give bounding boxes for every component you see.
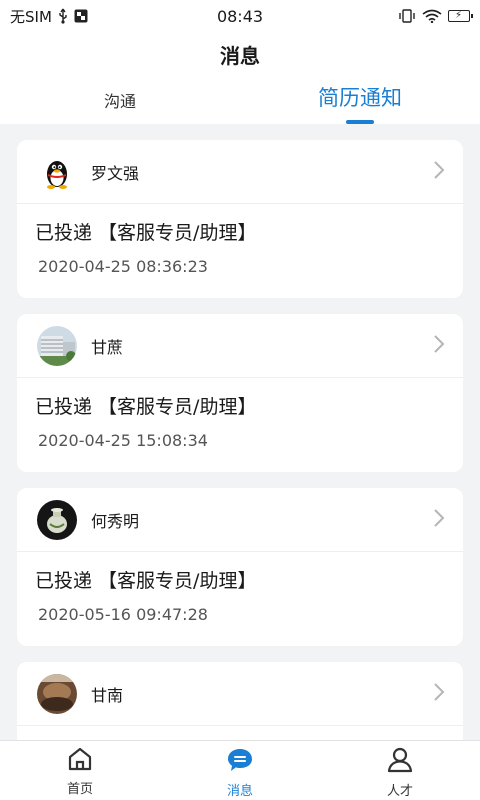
notification-list[interactable]: 罗文强 已投递 【客服专员/助理】 2020-04-25 08:36:23 甘蔗… — [0, 124, 480, 740]
sender-name: 罗文强 — [91, 163, 140, 183]
sender-name: 何秀明 — [91, 511, 140, 531]
message-time: 2020-04-25 15:08:34 — [38, 431, 208, 450]
notification-card[interactable]: 罗文强 已投递 【客服专员/助理】 2020-04-25 08:36:23 — [17, 140, 463, 298]
page-title: 消息 — [220, 44, 260, 68]
bottom-tab-bar: 首页 消息 人才 — [0, 740, 480, 800]
message-text: 已投递 【客服专员/助理】 — [35, 222, 257, 244]
notification-icon — [74, 9, 88, 23]
vase-photo-avatar — [37, 499, 77, 540]
chevron-right-icon[interactable] — [433, 682, 445, 706]
brown-photo-avatar — [37, 673, 77, 714]
header: 消息 沟通 简历通知 — [0, 32, 480, 124]
tabbar-label-home: 首页 — [66, 782, 93, 797]
tabbar-item-home[interactable]: 首页 — [0, 741, 160, 800]
tabbar-item-messages[interactable]: 消息 — [160, 741, 320, 800]
qq-penguin-avatar — [37, 151, 77, 192]
tabbar-item-talent[interactable]: 人才 — [320, 741, 480, 800]
notification-card[interactable]: 何秀明 已投递 【客服专员/助理】 2020-05-16 09:47:28 — [17, 488, 463, 646]
tab-resume-notifications-label: 简历通知 — [318, 86, 402, 110]
tab-resume-notifications[interactable]: 简历通知 — [240, 82, 480, 124]
card-header[interactable]: 何秀明 — [17, 488, 463, 552]
message-time: 2020-05-16 09:47:28 — [38, 605, 208, 624]
sender-name: 甘蔗 — [91, 337, 124, 357]
wifi-icon — [422, 9, 442, 23]
chevron-right-icon[interactable] — [433, 334, 445, 358]
card-body: 已投递 【客服专员/助理】 2020-04-25 08:36:23 — [17, 204, 463, 276]
status-bar: 无SIM 08:43 ⚡ — [0, 0, 480, 32]
tab-bar: 沟通 简历通知 — [0, 82, 480, 124]
card-body: 已投递 【客服专员/助理】 2020-04-25 15:08:34 — [17, 378, 463, 450]
card-header[interactable]: 罗文强 — [17, 140, 463, 204]
carrier-label: 无SIM — [10, 7, 52, 26]
battery-icon: ⚡ — [448, 10, 473, 22]
tab-chat[interactable]: 沟通 — [0, 82, 240, 124]
message-text: 已投递 【客服专员/助理】 — [35, 396, 257, 418]
card-header[interactable]: 甘蔗 — [17, 314, 463, 378]
vibrate-icon — [398, 9, 416, 23]
chevron-right-icon[interactable] — [433, 508, 445, 532]
chevron-right-icon[interactable] — [433, 160, 445, 184]
tabbar-label-messages: 消息 — [226, 784, 253, 799]
building-photo-avatar — [37, 325, 77, 366]
card-header[interactable]: 甘南 — [17, 662, 463, 726]
tabbar-label-talent: 人才 — [386, 784, 413, 799]
notification-card[interactable]: 甘南 — [17, 662, 463, 740]
card-body: 已投递 【客服专员/助理】 2020-05-16 09:47:28 — [17, 552, 463, 624]
notification-card[interactable]: 甘蔗 已投递 【客服专员/助理】 2020-04-25 15:08:34 — [17, 314, 463, 472]
person-icon — [387, 747, 413, 777]
message-time: 2020-04-25 08:36:23 — [38, 257, 208, 276]
home-icon — [67, 747, 93, 775]
chat-icon — [226, 747, 254, 777]
tab-chat-label: 沟通 — [103, 92, 136, 111]
sender-name: 甘南 — [91, 685, 124, 705]
usb-icon — [58, 8, 68, 24]
message-text: 已投递 【客服专员/助理】 — [35, 570, 257, 592]
